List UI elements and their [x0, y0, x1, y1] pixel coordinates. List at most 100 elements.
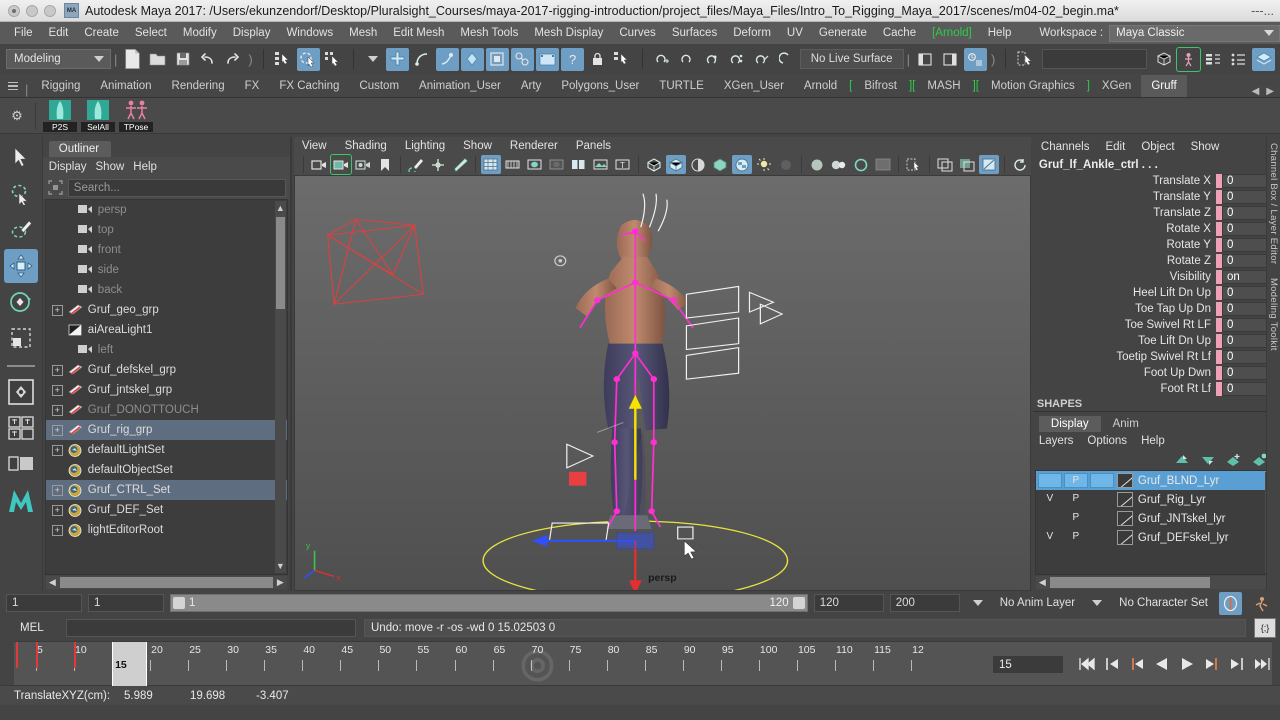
menu-uv[interactable]: UV: [779, 22, 811, 44]
panel-zoom-icon[interactable]: [935, 155, 955, 174]
help-line-toggle-button[interactable]: ?: [560, 47, 584, 71]
use-all-lights-icon[interactable]: [754, 155, 774, 174]
menuset-dropdown[interactable]: Modeling: [6, 49, 111, 69]
outliner-menu-display[interactable]: Display: [49, 161, 96, 173]
channel-row[interactable]: Translate Z0: [1033, 205, 1280, 221]
channel-row[interactable]: Rotate Y0: [1033, 237, 1280, 253]
scroll-left-icon[interactable]: ◀: [1036, 576, 1049, 589]
channel-row[interactable]: Toe Tap Up Dn 0: [1033, 301, 1280, 317]
outliner-item-back[interactable]: back: [46, 280, 287, 300]
outliner-item-gruf-ctrl-set[interactable]: + Gruf_CTRL_Set: [45, 480, 287, 500]
make-live-button[interactable]: [776, 48, 799, 71]
outliner-menu-help[interactable]: Help: [133, 161, 166, 173]
outliner-item-gruf-geo-grp[interactable]: + Gruf_geo_grp: [46, 300, 287, 320]
show-editor-right-button[interactable]: [939, 48, 962, 71]
layer-row[interactable]: P Gruf_BLND_Lyr: [1035, 471, 1277, 490]
channel-menu-object[interactable]: Object: [1141, 141, 1190, 153]
outliner-item-gruf-def-set[interactable]: + Gruf_DEF_Set: [46, 500, 287, 520]
new-layer-icon[interactable]: [1226, 453, 1242, 467]
toggle-deformers-icon[interactable]: [1227, 48, 1250, 71]
scroll-left-icon[interactable]: ◀: [46, 576, 59, 589]
animation-preferences-button[interactable]: [1219, 591, 1242, 615]
bookmark-icon[interactable]: [375, 155, 395, 174]
layer-menu-layers[interactable]: Layers: [1039, 435, 1088, 447]
menu-select[interactable]: Select: [127, 22, 175, 44]
outliner-item-side[interactable]: side: [46, 260, 287, 280]
channel-row[interactable]: Rotate X0: [1033, 221, 1280, 237]
viewport-menu-shading[interactable]: Shading: [345, 140, 405, 152]
snap-magnet-view-icon[interactable]: [726, 48, 749, 71]
viewport-3d[interactable]: y x persp: [293, 174, 1031, 591]
run-up-button[interactable]: [1250, 592, 1273, 615]
layer-color-swatch[interactable]: [1116, 492, 1133, 507]
viewport-menu-panels[interactable]: Panels: [576, 140, 629, 152]
xray-active-components-icon[interactable]: [851, 155, 871, 174]
toggle-grid-icon[interactable]: [1152, 48, 1175, 71]
shelf-tab-animation[interactable]: Animation: [90, 75, 161, 97]
dock-label-modeling-toolkit[interactable]: Modeling Toolkit: [1268, 278, 1279, 351]
layer-color-swatch[interactable]: [1116, 530, 1133, 545]
render-settings-button[interactable]: [535, 47, 559, 71]
menu-generate[interactable]: Generate: [811, 22, 875, 44]
snap-options-chevron-icon[interactable]: [367, 56, 378, 62]
scroll-up-icon[interactable]: ▲: [275, 201, 286, 215]
layer-row[interactable]: V P Gruf_DEFskel_lyr: [1036, 528, 1277, 547]
menu-windows[interactable]: Windows: [278, 22, 341, 44]
current-frame-field[interactable]: 15: [992, 654, 1064, 674]
redo-button[interactable]: [221, 48, 244, 71]
outliner-item-gruf-defskel-grp[interactable]: + Gruf_defskel_grp: [46, 360, 287, 380]
show-attribute-editor-button[interactable]: [963, 47, 987, 71]
menu-mesh[interactable]: Mesh: [341, 22, 385, 44]
scroll-thumb[interactable]: [275, 217, 285, 309]
snap-to-grid-button[interactable]: [385, 47, 409, 71]
expand-toggle-icon[interactable]: +: [51, 444, 63, 456]
layer-color-swatch[interactable]: [1116, 511, 1133, 526]
manipulator-icon[interactable]: [428, 155, 448, 174]
scroll-right-icon[interactable]: ▶: [274, 576, 287, 589]
quick-select-input[interactable]: [1042, 49, 1148, 69]
viewport-menu-lighting[interactable]: Lighting: [405, 140, 463, 152]
smooth-shade-all-icon[interactable]: [665, 155, 686, 175]
menu-file[interactable]: File: [6, 22, 41, 44]
expand-toggle-icon[interactable]: +: [51, 484, 63, 496]
keyframe-marker[interactable]: [74, 642, 77, 668]
lasso-tool[interactable]: [4, 177, 38, 211]
playback-end-field[interactable]: 120: [813, 594, 884, 612]
show-editor-left-button[interactable]: [914, 48, 937, 71]
grid-display-icon[interactable]: [480, 155, 501, 175]
layer-row[interactable]: V P Gruf_Rig_Lyr: [1036, 490, 1277, 509]
four-view-layout-button[interactable]: [4, 411, 38, 445]
pick-walk-icon[interactable]: [47, 179, 64, 196]
channel-row[interactable]: Visibility on: [1033, 269, 1280, 285]
paint-select-tool[interactable]: [4, 213, 38, 247]
select-field-icon[interactable]: [1014, 48, 1037, 71]
expand-toggle-icon[interactable]: +: [51, 524, 63, 536]
menu-arnold[interactable]: [Arnold]: [924, 22, 980, 44]
snap-to-point-button[interactable]: [435, 47, 459, 71]
move-tool[interactable]: [3, 249, 38, 283]
shelf-tab-bifrost[interactable]: Bifrost: [854, 75, 907, 97]
shelf-tab-fx[interactable]: FX: [235, 75, 270, 97]
keyframe-marker[interactable]: [16, 642, 18, 668]
save-scene-button[interactable]: [171, 48, 194, 71]
selection-mask-button[interactable]: [611, 48, 634, 71]
panel-frame-icon[interactable]: [957, 155, 977, 174]
layer-color-swatch[interactable]: [1116, 473, 1133, 488]
shelf-tab-mash[interactable]: MASH: [917, 75, 970, 97]
scale-tool[interactable]: [4, 321, 38, 355]
menu-display[interactable]: Display: [225, 22, 279, 44]
shelf-tab-custom[interactable]: Custom: [349, 75, 409, 97]
pencil-icon[interactable]: [450, 155, 470, 174]
rotate-tool[interactable]: [4, 285, 38, 319]
shelf-button-p2s[interactable]: P2S: [43, 99, 77, 132]
go-to-start-button[interactable]: [1076, 654, 1097, 674]
snap-to-curve-button[interactable]: [411, 48, 434, 71]
shelf-tab-rigging[interactable]: Rigging: [31, 75, 90, 97]
outliner-item-lighteditorroot[interactable]: + lightEditorRoot: [46, 520, 287, 540]
menu-modify[interactable]: Modify: [175, 22, 225, 44]
shelf-tab-animation-user[interactable]: Animation_User: [409, 75, 511, 97]
layer-visibility-toggle[interactable]: V: [1038, 492, 1062, 507]
camera-attributes-icon[interactable]: [353, 155, 373, 174]
outliner-item-gruf-rig-grp[interactable]: + Gruf_rig_grp: [45, 420, 287, 440]
expand-toggle-icon[interactable]: +: [51, 424, 63, 436]
